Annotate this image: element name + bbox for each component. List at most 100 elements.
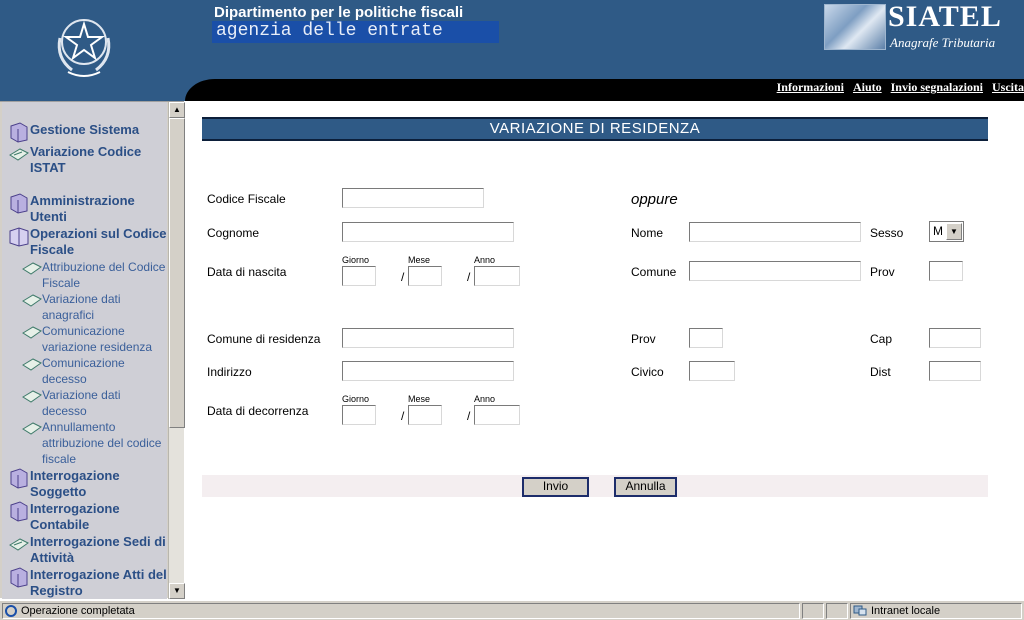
giorno-label: Giorno bbox=[342, 394, 370, 404]
sidebar-subitem-variazione-anagrafici[interactable]: Variazione dati anagrafici bbox=[22, 291, 167, 323]
document-icon bbox=[9, 538, 29, 551]
chevron-down-icon[interactable]: ▼ bbox=[946, 223, 962, 240]
cap-label: Cap bbox=[870, 332, 893, 346]
intranet-icon bbox=[853, 605, 867, 616]
scroll-down-arrow-icon[interactable]: ▼ bbox=[169, 583, 185, 599]
sidebar-item-operazioni-codice-fiscale[interactable]: Operazioni sul Codice Fiscale bbox=[8, 226, 168, 258]
security-zone: Intranet locale bbox=[850, 603, 1022, 619]
decorrenza-giorno-input[interactable] bbox=[342, 405, 376, 425]
scrollbar-thumb[interactable] bbox=[169, 118, 185, 428]
sidebar-item-amministrazione-utenti[interactable]: Amministrazione Utenti bbox=[8, 193, 168, 225]
agency-title: agenzia delle entrate bbox=[212, 21, 499, 43]
sidebar-menu: Gestione Sistema Variazione Codice ISTAT… bbox=[2, 102, 167, 599]
document-icon bbox=[22, 422, 42, 435]
prov-input[interactable] bbox=[929, 261, 963, 281]
prov-label: Prov bbox=[870, 265, 895, 279]
giorno-label: Giorno bbox=[342, 255, 370, 265]
nav-link-invio-segnalazioni[interactable]: Invio segnalazioni bbox=[891, 78, 983, 100]
date-separator: / bbox=[401, 270, 405, 284]
date-separator: / bbox=[401, 409, 405, 423]
top-navigation: Informazioni Aiuto Invio segnalazioni Us… bbox=[777, 78, 1024, 100]
document-icon bbox=[22, 390, 42, 403]
mese-label: Mese bbox=[408, 394, 431, 404]
brand-title: SIATEL bbox=[888, 0, 1002, 33]
cognome-label: Cognome bbox=[207, 226, 260, 240]
nascita-mese-input[interactable] bbox=[408, 266, 442, 286]
sidebar-subitem-attribuzione[interactable]: Attribuzione del Codice Fiscale bbox=[22, 259, 167, 291]
sesso-selected-value: M bbox=[933, 224, 943, 238]
document-icon bbox=[22, 358, 42, 371]
cognome-input[interactable] bbox=[342, 222, 514, 242]
book-icon bbox=[10, 193, 28, 214]
prov-residenza-label: Prov bbox=[631, 332, 656, 346]
oppure-label: oppure bbox=[631, 191, 678, 208]
status-text: Operazione completata bbox=[21, 605, 135, 617]
sidebar-item-variazione-codice-istat[interactable]: Variazione Codice ISTAT bbox=[8, 144, 168, 176]
mese-label: Mese bbox=[408, 255, 431, 265]
document-icon bbox=[22, 326, 42, 339]
siatel-logo-image bbox=[824, 4, 886, 50]
decorrenza-anno-input[interactable] bbox=[474, 405, 520, 425]
nav-link-informazioni[interactable]: Informazioni bbox=[777, 78, 844, 100]
comune-residenza-input[interactable] bbox=[342, 328, 514, 348]
book-icon bbox=[10, 122, 28, 143]
data-nascita-label: Data di nascita bbox=[207, 265, 287, 279]
comune-input[interactable] bbox=[689, 261, 861, 281]
dist-label: Dist bbox=[870, 365, 891, 379]
book-icon bbox=[10, 468, 28, 489]
nome-label: Nome bbox=[631, 226, 664, 240]
decorrenza-mese-input[interactable] bbox=[408, 405, 442, 425]
civico-label: Civico bbox=[631, 365, 664, 379]
anno-label: Anno bbox=[474, 255, 496, 265]
sidebar-item-interrogazione-atti[interactable]: Interrogazione Atti del Registro bbox=[8, 567, 168, 599]
indirizzo-input[interactable] bbox=[342, 361, 514, 381]
scroll-up-arrow-icon[interactable]: ▲ bbox=[169, 102, 185, 118]
button-row bbox=[202, 475, 988, 497]
cap-input[interactable] bbox=[929, 328, 981, 348]
document-icon bbox=[9, 148, 29, 161]
status-bar: Operazione completata Intranet locale bbox=[0, 600, 1024, 620]
invio-button[interactable]: Invio bbox=[522, 477, 589, 497]
sesso-select[interactable]: M ▼ bbox=[929, 221, 964, 242]
nome-input[interactable] bbox=[689, 222, 861, 242]
sidebar-subitem-variazione-residenza[interactable]: Comunicazione variazione residenza bbox=[22, 323, 167, 355]
nav-link-aiuto[interactable]: Aiuto bbox=[853, 78, 882, 100]
sidebar-item-gestione-sistema[interactable]: Gestione Sistema bbox=[8, 122, 168, 143]
status-panel bbox=[802, 603, 824, 619]
document-icon bbox=[22, 262, 42, 275]
republic-emblem-icon bbox=[57, 19, 111, 77]
codice-fiscale-label: Codice Fiscale bbox=[207, 192, 286, 206]
department-title: Dipartimento per le politiche fiscali bbox=[214, 4, 464, 21]
sidebar-subitem-variazione-decesso[interactable]: Variazione dati decesso bbox=[22, 387, 167, 419]
codice-fiscale-input[interactable] bbox=[342, 188, 484, 208]
open-book-icon bbox=[9, 227, 29, 247]
date-separator: / bbox=[467, 270, 471, 284]
status-panel bbox=[826, 603, 848, 619]
dist-input[interactable] bbox=[929, 361, 981, 381]
anno-label: Anno bbox=[474, 394, 496, 404]
page-title: VARIAZIONE DI RESIDENZA bbox=[202, 117, 988, 141]
sidebar-subitem-annullamento[interactable]: Annullamento attribuzione del codice fis… bbox=[22, 419, 167, 467]
nav-link-uscita[interactable]: Uscita bbox=[992, 78, 1024, 100]
zone-text: Intranet locale bbox=[871, 605, 941, 617]
document-icon bbox=[22, 294, 42, 307]
civico-input[interactable] bbox=[689, 361, 735, 381]
sidebar-item-interrogazione-soggetto[interactable]: Interrogazione Soggetto bbox=[8, 468, 168, 500]
ie-page-icon bbox=[5, 605, 17, 617]
sidebar-item-interrogazione-sedi[interactable]: Interrogazione Sedi di Attività bbox=[8, 534, 168, 566]
sidebar-item-interrogazione-contabile[interactable]: Interrogazione Contabile bbox=[8, 501, 168, 533]
comune-label: Comune bbox=[631, 265, 677, 279]
nascita-giorno-input[interactable] bbox=[342, 266, 376, 286]
sidebar-scrollbar[interactable]: ▲ ▼ bbox=[168, 102, 185, 599]
data-decorrenza-label: Data di decorrenza bbox=[207, 404, 309, 418]
annulla-button[interactable]: Annulla bbox=[614, 477, 677, 497]
sidebar: Gestione Sistema Variazione Codice ISTAT… bbox=[0, 101, 185, 599]
book-icon bbox=[10, 567, 28, 588]
prov-residenza-input[interactable] bbox=[689, 328, 723, 348]
sidebar-subitem-decesso[interactable]: Comunicazione decesso bbox=[22, 355, 167, 387]
nascita-anno-input[interactable] bbox=[474, 266, 520, 286]
comune-residenza-label: Comune di residenza bbox=[207, 332, 321, 346]
book-icon bbox=[10, 501, 28, 522]
brand-subtitle: Anagrafe Tributaria bbox=[890, 35, 996, 50]
indirizzo-label: Indirizzo bbox=[207, 365, 252, 379]
